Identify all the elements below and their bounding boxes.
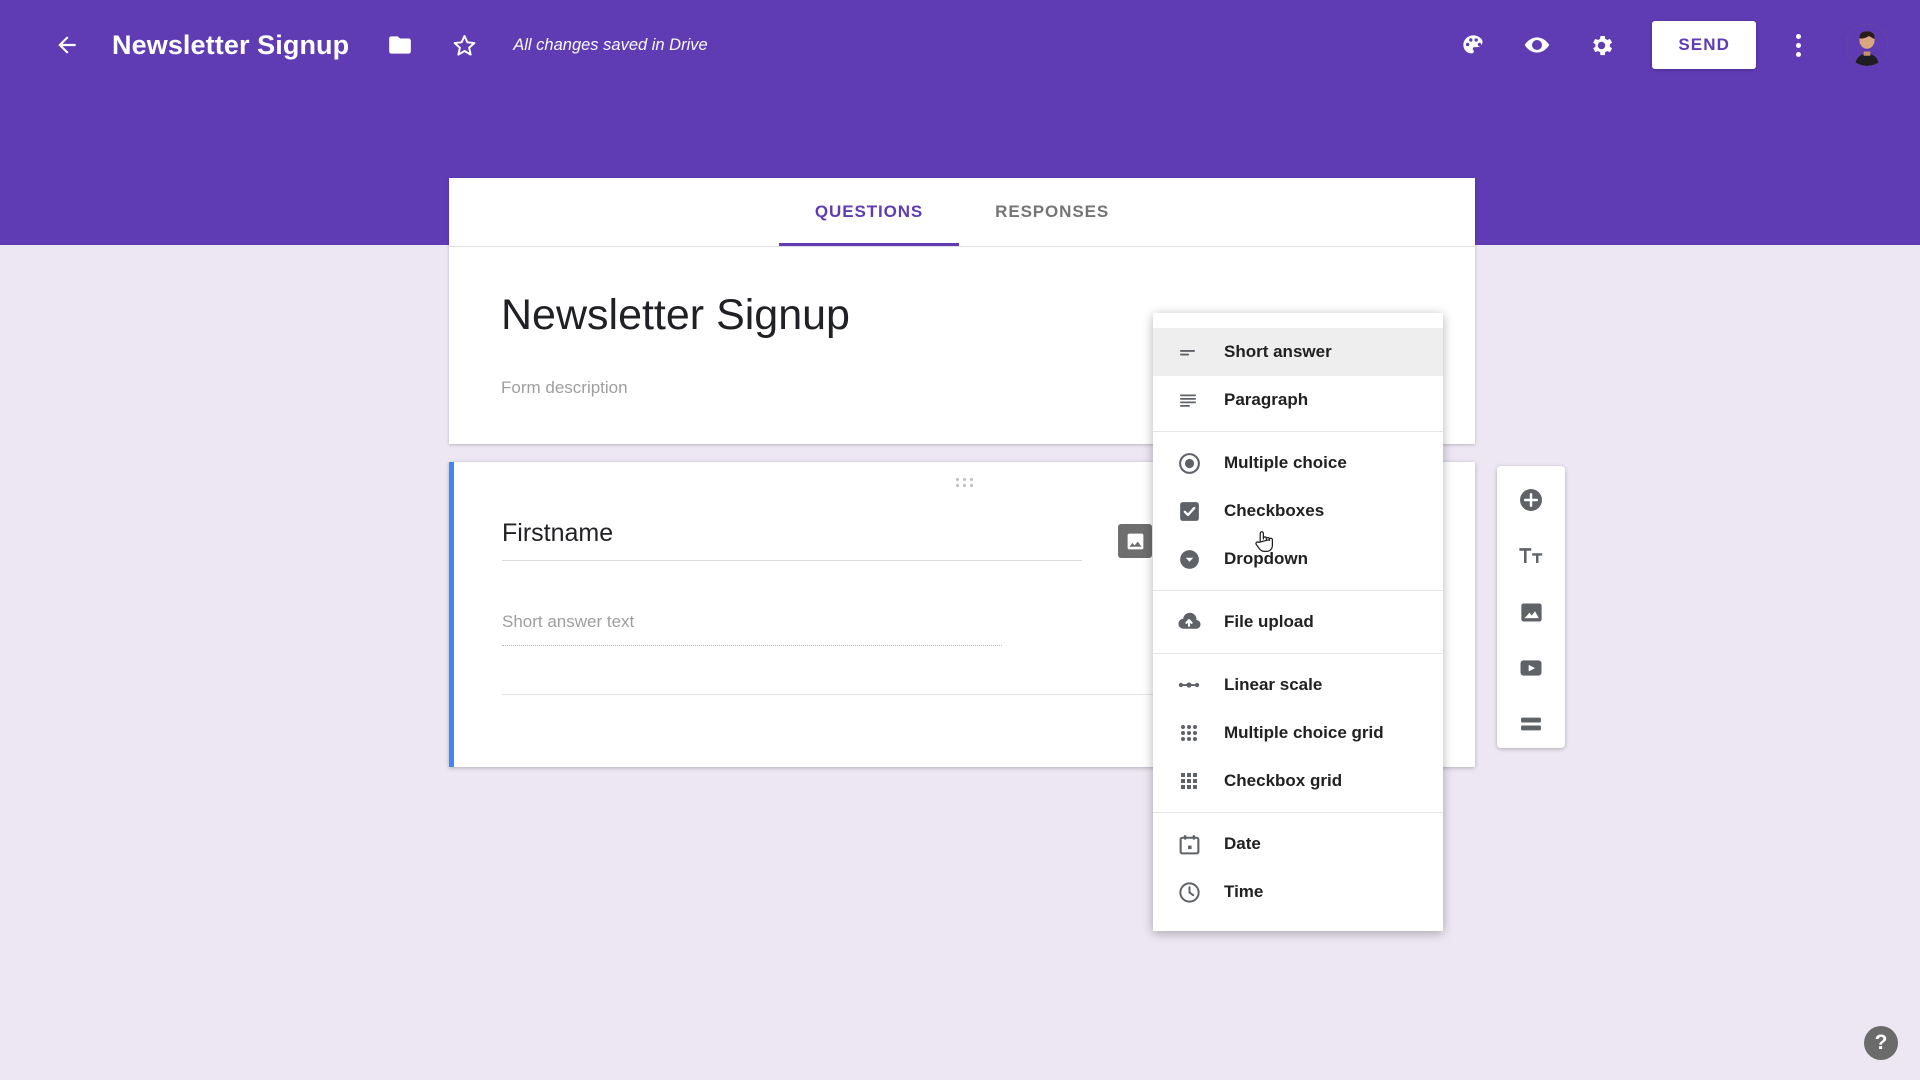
help-icon[interactable]: ?: [1864, 1026, 1898, 1060]
menu-group-scale-grid: Linear scale Multiple choice grid Checkb…: [1153, 653, 1443, 812]
tab-responses[interactable]: RESPONSES: [959, 178, 1145, 246]
header-bar: Newsletter Signup All changes saved in D…: [0, 0, 1920, 90]
tab-questions[interactable]: QUESTIONS: [778, 178, 960, 246]
menu-item-dropdown[interactable]: Dropdown: [1153, 535, 1443, 583]
menu-item-label: Dropdown: [1224, 549, 1309, 568]
menu-item-multiple-choice-grid[interactable]: Multiple choice grid: [1153, 709, 1443, 757]
menu-group-datetime: Date Time: [1153, 812, 1443, 923]
menu-item-label: Linear scale: [1224, 675, 1323, 694]
menu-group-upload: File upload: [1153, 590, 1443, 653]
eye-icon[interactable]: [1514, 22, 1560, 68]
menu-item-label: Checkbox grid: [1224, 771, 1343, 790]
save-status-text: All changes saved in Drive: [513, 35, 708, 54]
menu-item-label: Short answer: [1224, 342, 1332, 361]
square-grid-icon: [1174, 769, 1204, 793]
short-answer-icon: [1174, 340, 1204, 364]
add-section-icon[interactable]: [1510, 706, 1552, 742]
account-avatar[interactable]: [1846, 24, 1888, 66]
paragraph-icon: [1174, 388, 1204, 412]
star-icon[interactable]: [441, 22, 487, 68]
menu-item-file-upload[interactable]: File upload: [1153, 598, 1443, 646]
linear-scale-icon: [1174, 672, 1204, 698]
gear-icon[interactable]: [1578, 22, 1624, 68]
question-title[interactable]: Firstname: [502, 519, 1082, 561]
menu-item-label: File upload: [1224, 612, 1314, 631]
dot-grid-icon: [1174, 721, 1204, 745]
folder-icon[interactable]: [377, 22, 423, 68]
checkbox-icon: [1174, 499, 1204, 524]
menu-item-multiple-choice[interactable]: Multiple choice: [1153, 439, 1443, 487]
document-title[interactable]: Newsletter Signup: [112, 30, 349, 61]
menu-item-label: Checkboxes: [1224, 501, 1325, 520]
menu-group-choice: Multiple choice Checkboxes Dropdown: [1153, 431, 1443, 590]
short-answer-placeholder: Short answer text: [502, 612, 1002, 646]
menu-item-checkboxes[interactable]: Checkboxes: [1153, 487, 1443, 535]
cloud-upload-icon: [1174, 609, 1204, 635]
header-actions: SEND: [1432, 21, 1896, 69]
dropdown-icon: [1174, 547, 1204, 572]
menu-item-paragraph[interactable]: Paragraph: [1153, 376, 1443, 424]
menu-item-short-answer[interactable]: Short answer: [1153, 328, 1443, 376]
question-type-menu[interactable]: Short answer Paragraph Multiple choice C…: [1153, 313, 1443, 931]
radio-button-icon: [1174, 451, 1204, 476]
clock-icon: [1174, 880, 1204, 905]
app-root: Newsletter Signup All changes saved in D…: [0, 0, 1920, 1080]
menu-group-text: Short answer Paragraph: [1153, 321, 1443, 431]
menu-item-label: Time: [1224, 882, 1264, 901]
back-arrow-icon[interactable]: [44, 22, 90, 68]
calendar-icon: [1174, 832, 1204, 857]
question-title-wrap: Firstname: [502, 519, 1082, 561]
menu-item-time[interactable]: Time: [1153, 868, 1443, 916]
menu-item-label: Paragraph: [1224, 390, 1309, 409]
menu-item-linear-scale[interactable]: Linear scale: [1153, 661, 1443, 709]
add-video-icon[interactable]: [1510, 650, 1552, 686]
menu-item-label: Multiple choice: [1224, 453, 1347, 472]
menu-item-label: Date: [1224, 834, 1261, 853]
menu-item-date[interactable]: Date: [1153, 820, 1443, 868]
menu-item-label: Multiple choice grid: [1224, 723, 1384, 742]
send-button[interactable]: SEND: [1652, 21, 1756, 69]
add-title-icon[interactable]: [1510, 538, 1552, 574]
add-item-toolbar: [1497, 466, 1565, 748]
kebab-menu-icon[interactable]: [1778, 22, 1818, 68]
palette-icon[interactable]: [1450, 22, 1496, 68]
image-icon[interactable]: [1118, 524, 1152, 558]
add-question-icon[interactable]: [1510, 482, 1552, 518]
form-tabs: QUESTIONS RESPONSES: [449, 178, 1475, 247]
add-image-icon[interactable]: [1510, 594, 1552, 630]
menu-item-checkbox-grid[interactable]: Checkbox grid: [1153, 757, 1443, 805]
